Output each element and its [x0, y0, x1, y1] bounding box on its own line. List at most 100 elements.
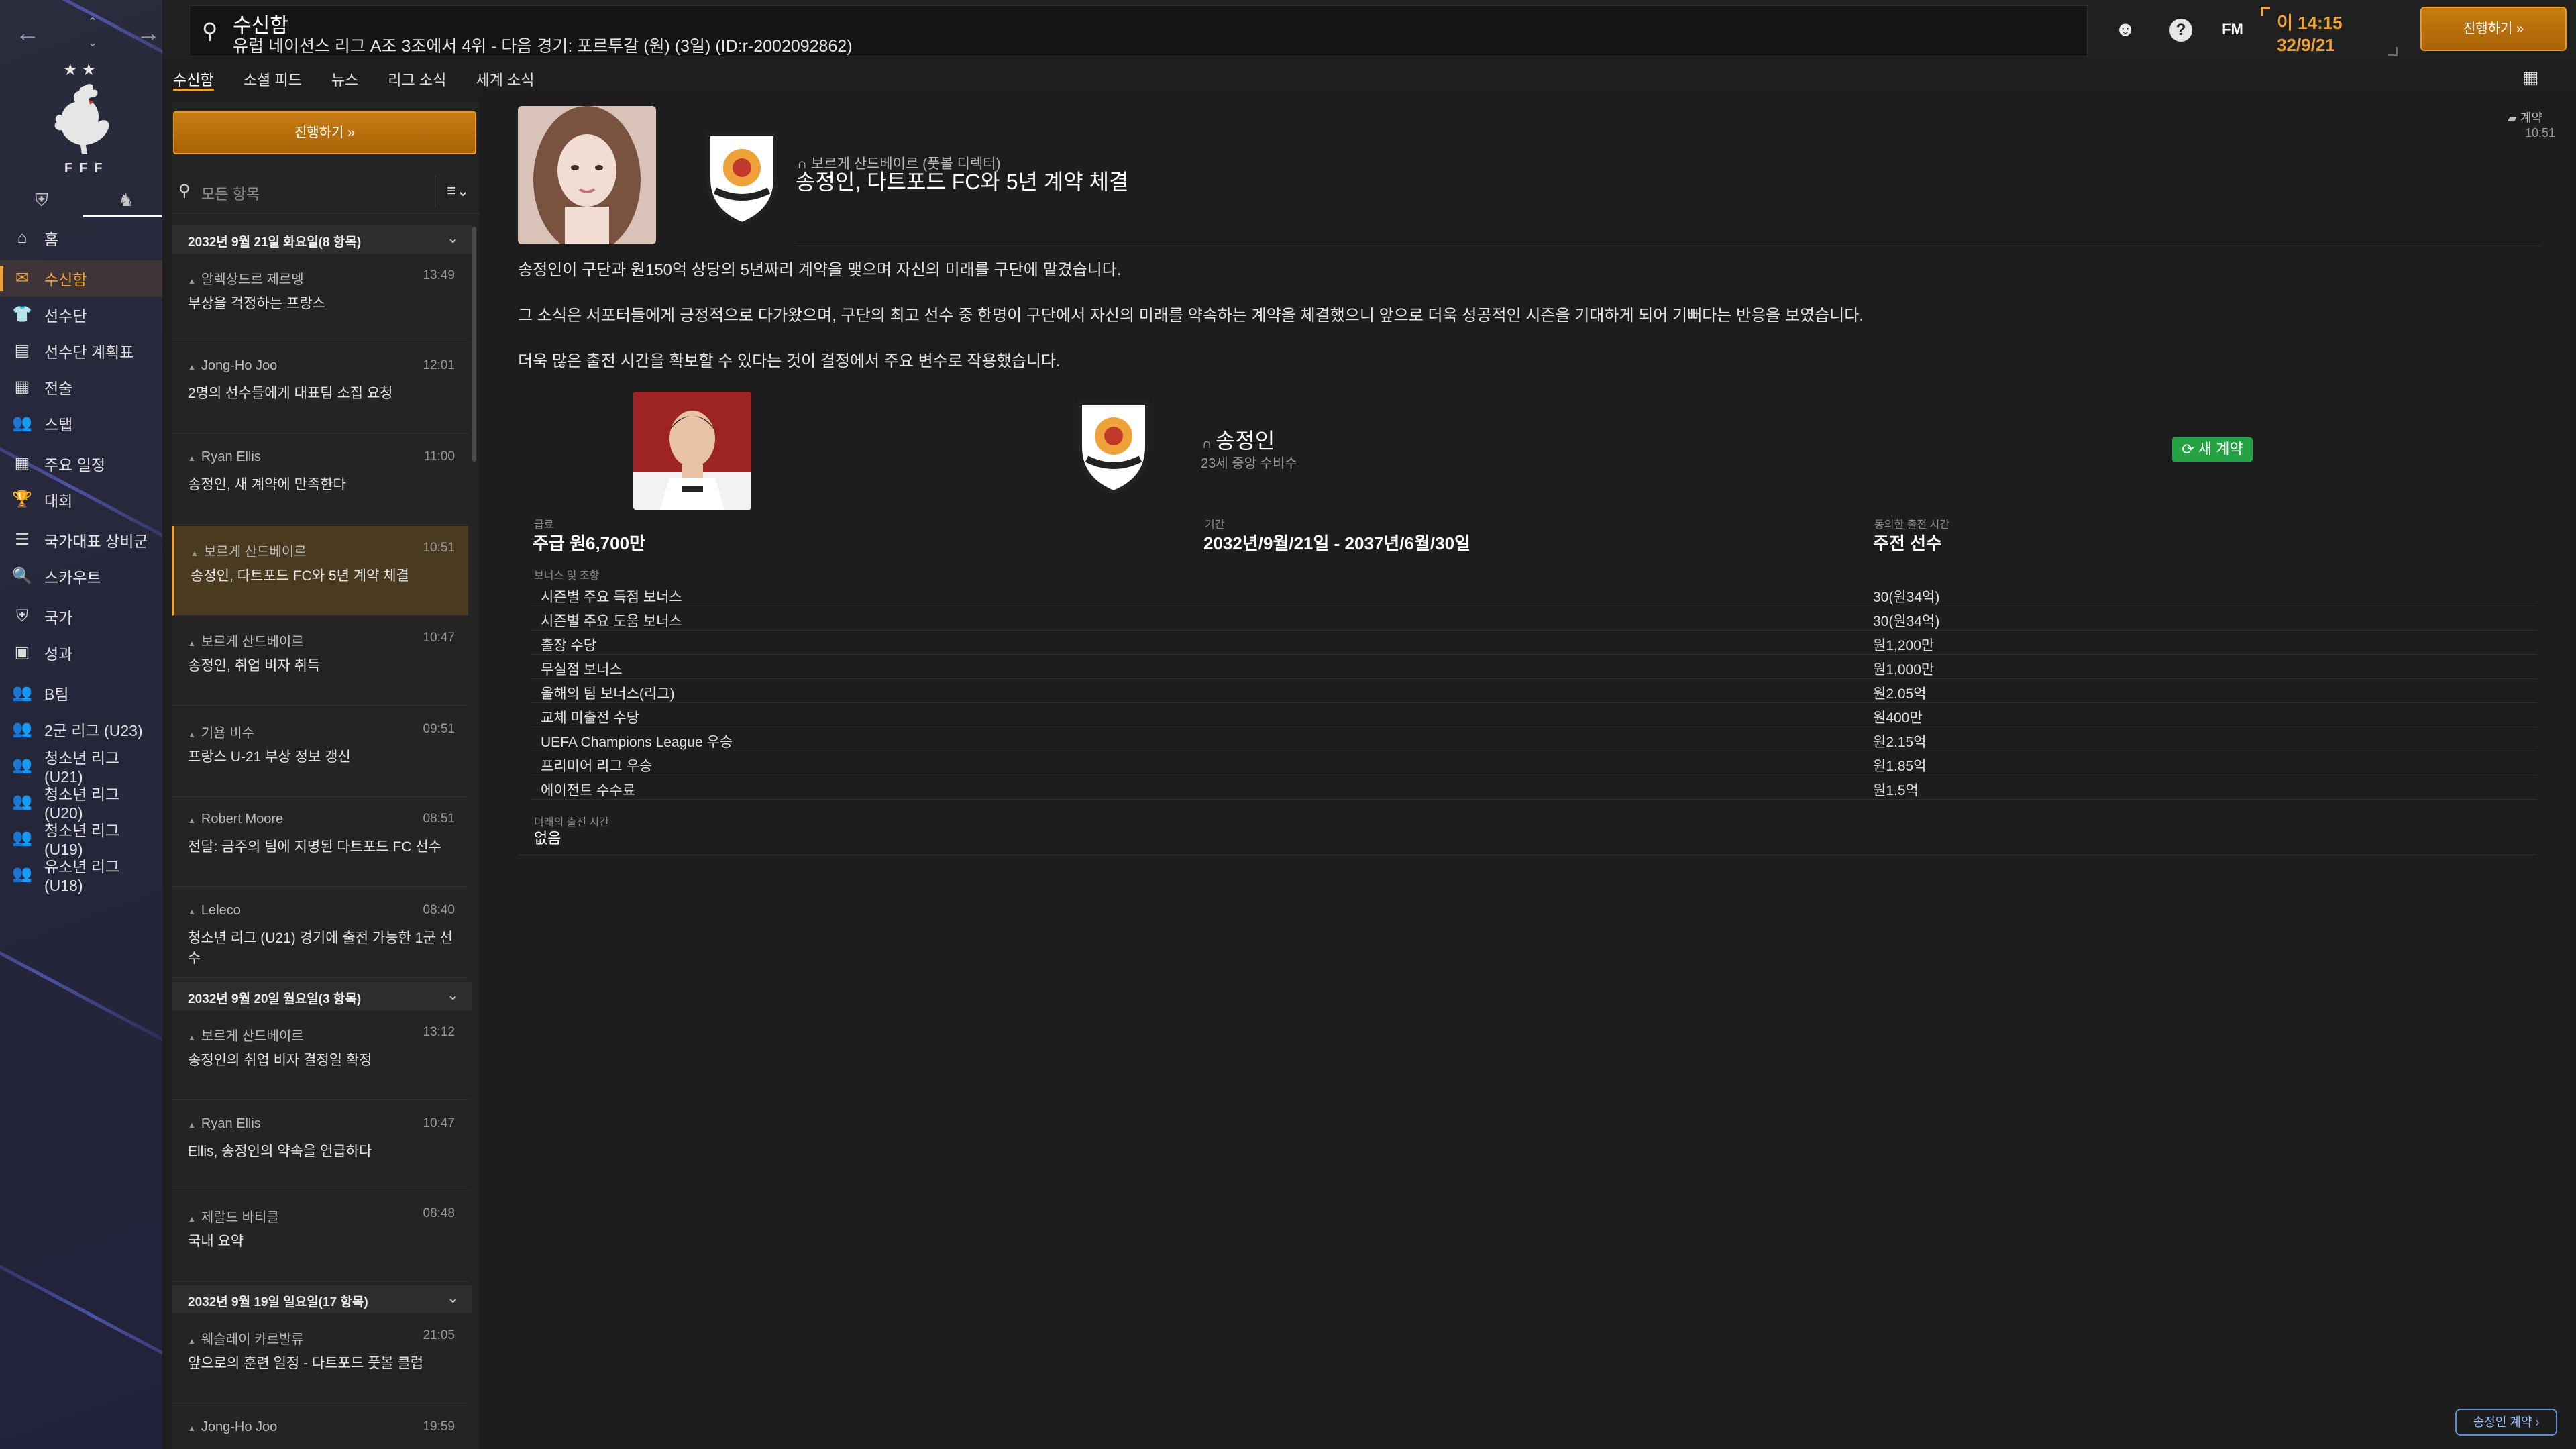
search-icon: ⚲ — [202, 19, 218, 43]
list-scrollbar[interactable] — [472, 227, 476, 462]
list-item[interactable]: Jong-Ho Joo 12:01 2명의 선수들에게 대표팀 소집 요청 — [172, 343, 468, 433]
player-name[interactable]: ∩ 송정인 — [1202, 424, 1275, 455]
list-item[interactable]: 보르게 산드베이르 13:12 송정인의 취업 비자 결정일 확정 — [172, 1010, 468, 1100]
sidebar-item-label: 선수단 — [44, 307, 87, 325]
player-position: 23세 중앙 수비수 — [1201, 456, 1297, 471]
table-row: 교체 미출전 수당 원400만 — [531, 703, 2537, 727]
list-item[interactable]: Jong-Ho Joo 19:59 — [172, 1405, 468, 1449]
back-arrow-icon[interactable]: ← — [12, 17, 43, 48]
chevron-up-icon[interactable]: ⌃ — [83, 12, 103, 32]
list-item[interactable]: 기욤 비수 09:51 프랑스 U-21 부상 정보 갱신 — [172, 707, 468, 797]
sidebar-item-label: 성과 — [44, 645, 73, 663]
calendar-icon[interactable]: ▦ — [2517, 67, 2544, 91]
game-time: 이 14:15 — [2277, 13, 2343, 33]
continue-button[interactable]: 진행하기 » — [2420, 7, 2567, 51]
filter-input[interactable]: 모든 항목 — [201, 182, 260, 204]
chevron-down-icon: ⌄ — [447, 1289, 460, 1306]
sidebar-item-schedule[interactable]: ▦ 주요 일정 — [0, 445, 162, 482]
top-bar: ⚲ 수신함 유럽 네이션스 리그 A조 3조에서 4위 - 다음 경기: 포르투… — [162, 0, 2576, 60]
sidebar-item-team-u18[interactable]: 👥 유소년 리그 (U18) — [0, 856, 162, 894]
inbox-icon: ✉ — [15, 269, 30, 287]
sidebar-item-label: 2군 리그 (U23) — [44, 722, 143, 739]
person-icon: ∩ — [1202, 437, 1216, 451]
sidebar-item-inbox[interactable]: ✉ 수신함 — [0, 260, 162, 297]
search-input[interactable]: ⚲ 수신함 유럽 네이션스 리그 A조 3조에서 4위 - 다음 경기: 포르투… — [189, 5, 2088, 56]
fm-menu-button[interactable]: FM — [2218, 15, 2247, 44]
playing-time-value: 주전 선수 — [1873, 533, 1942, 553]
list-item[interactable]: Robert Moore 08:51 전달: 금주의 팀에 지명된 다트포드 F… — [172, 797, 468, 887]
help-icon[interactable]: ? — [2169, 19, 2192, 42]
list-item[interactable]: Ryan Ellis 10:47 Ellis, 송정인의 약속을 언급하다 — [172, 1102, 468, 1191]
nation-rooster-icon[interactable]: ♞ — [113, 186, 140, 213]
message-paragraph: 그 소식은 서포터들에게 긍정적으로 다가왔으며, 구단의 최고 선수 중 한명… — [518, 307, 1864, 325]
sidebar-item-scouting[interactable]: 🔍 스카우트 — [0, 558, 162, 594]
day-group-header[interactable]: 2032년 9월 20일 월요일(3 항목) ⌄ — [172, 982, 472, 1010]
home-icon: ⌂ — [17, 229, 28, 247]
team-u18-icon: 👥 — [12, 865, 32, 883]
tab-news[interactable]: 뉴스 — [331, 64, 358, 94]
sidebar-item-nation[interactable]: ⛨ 국가 — [0, 598, 162, 635]
sidebar-item-team-u20[interactable]: 👥 청소년 리그 (U20) — [0, 784, 162, 822]
squad-icon: 👕 — [12, 305, 32, 323]
future-playing-time-value: 없음 — [534, 830, 561, 847]
player-portrait-icon — [633, 392, 751, 510]
tab-league-news[interactable]: 리그 소식 — [388, 64, 446, 94]
sidebar-item-achievements[interactable]: ▣ 성과 — [0, 635, 162, 671]
sidebar-item-label: 전술 — [44, 380, 73, 397]
sidebar-item-competitions[interactable]: 🏆 대회 — [0, 482, 162, 518]
day-group-header[interactable]: 2032년 9월 19일 일요일(17 항목) ⌄ — [172, 1285, 472, 1313]
sidebar-switcher: ⛨ ♞ — [21, 186, 162, 220]
sidebar-item-tactics[interactable]: ▦ 전술 — [0, 369, 162, 405]
tab-inbox[interactable]: 수신함 — [173, 64, 214, 94]
club-shield-icon[interactable]: ⛨ — [28, 186, 55, 213]
sidebar-item-team-u19[interactable]: 👥 청소년 리그 (U19) — [0, 820, 162, 858]
inbox-tabs: 수신함 소셜 피드 뉴스 리그 소식 세계 소식 — [173, 64, 564, 94]
sidebar-item-national-pool[interactable]: ☰ 국가대표 상비군 — [0, 522, 162, 558]
crest-stars: ★★ — [63, 61, 101, 79]
staff-icon: 👥 — [12, 414, 32, 432]
list-item[interactable]: Ryan Ellis 11:00 송정인, 새 계약에 만족한다 — [172, 435, 468, 525]
list-item[interactable]: 웨슬레이 카르발류 21:05 앞으로의 훈련 일정 - 다트포드 풋볼 클럽 — [172, 1313, 468, 1403]
sidebar-item-label: 선수단 계획표 — [44, 343, 134, 361]
message-paragraph: 송정인이 구단과 원150억 상당의 5년짜리 계약을 맺으며 자신의 미래를 … — [518, 261, 1122, 279]
list-continue-button[interactable]: 진행하기 » — [173, 111, 476, 154]
list-item-selected[interactable]: 보르게 산드베이르 10:51 송정인, 다트포드 FC와 5년 계약 체결 — [172, 526, 468, 616]
team-b-icon: 👥 — [12, 684, 32, 702]
sidebar-item-squad[interactable]: 👕 선수단 — [0, 297, 162, 333]
sidebar-item-team-u23[interactable]: 👥 2군 리그 (U23) — [0, 711, 162, 747]
sidebar-item-squad-planner[interactable]: ▤ 선수단 계획표 — [0, 333, 162, 369]
chevron-down-icon[interactable]: ⌄ — [83, 32, 103, 52]
team-u23-icon: 👥 — [12, 720, 32, 738]
chevron-down-icon: ⌄ — [447, 986, 460, 1003]
sender-photo[interactable] — [518, 106, 656, 244]
player-contract-button[interactable]: 송정인 계약 › — [2455, 1409, 2557, 1436]
sidebar-item-team-b[interactable]: 👥 B팀 — [0, 675, 162, 711]
tab-social-feed[interactable]: 소셜 피드 — [244, 64, 302, 94]
forward-arrow-icon[interactable]: → — [133, 17, 162, 48]
dartford-crest-large-icon[interactable] — [1067, 394, 1161, 495]
table-row: 에이전트 수수료 원1.5억 — [531, 775, 2537, 800]
list-item[interactable]: 제랄드 바티클 08:48 국내 요약 — [172, 1191, 468, 1281]
sidebar-menu: ⌂ 홈 ✉ 수신함 👕 선수단 ▤ 선수단 계획표 ▦ 전술 👥 스탭 ▦ 주요… — [0, 220, 162, 894]
filter-options-icon[interactable]: ≡⌄ — [447, 181, 470, 201]
sidebar-item-team-u21[interactable]: 👥 청소년 리그 (U21) — [0, 747, 162, 786]
sidebar-item-label: 국가 — [44, 609, 73, 627]
list-item[interactable]: 알렉상드르 제르멩 13:49 부상을 걱정하는 프랑스 — [172, 254, 468, 343]
table-row: 프리미어 리그 우승 원1.85억 — [531, 751, 2537, 775]
sidebar-item-staff[interactable]: 👥 스탭 — [0, 405, 162, 441]
game-date: 32/9/21 — [2277, 35, 2335, 55]
team-u19-icon: 👥 — [12, 828, 32, 847]
sidebar-item-home[interactable]: ⌂ 홈 — [0, 220, 162, 256]
message-paragraph: 더욱 많은 출전 시간을 확보할 수 있다는 것이 결정에서 주요 변수로 작용… — [518, 352, 1061, 370]
person-silhouette-icon[interactable]: ☻ — [2110, 15, 2140, 44]
day-group-header[interactable]: 2032년 9월 21일 화요일(8 항목) ⌄ — [172, 225, 472, 254]
switcher-active-underline — [83, 215, 162, 217]
list-item[interactable]: 보르게 산드베이르 10:47 송정인, 취업 비자 취득 — [172, 616, 468, 706]
dartford-crest-icon[interactable] — [695, 126, 789, 227]
tab-world-news[interactable]: 세계 소식 — [476, 64, 534, 94]
contract-icon: ▰ — [2508, 111, 2520, 125]
list-item[interactable]: Leleco 08:40 청소년 리그 (U21) 경기에 출전 가능한 1군 … — [172, 888, 468, 978]
refresh-icon: ⟳ — [2182, 441, 2198, 458]
player-photo[interactable] — [633, 392, 751, 510]
team-crest[interactable]: ★★ FFF — [40, 60, 121, 181]
